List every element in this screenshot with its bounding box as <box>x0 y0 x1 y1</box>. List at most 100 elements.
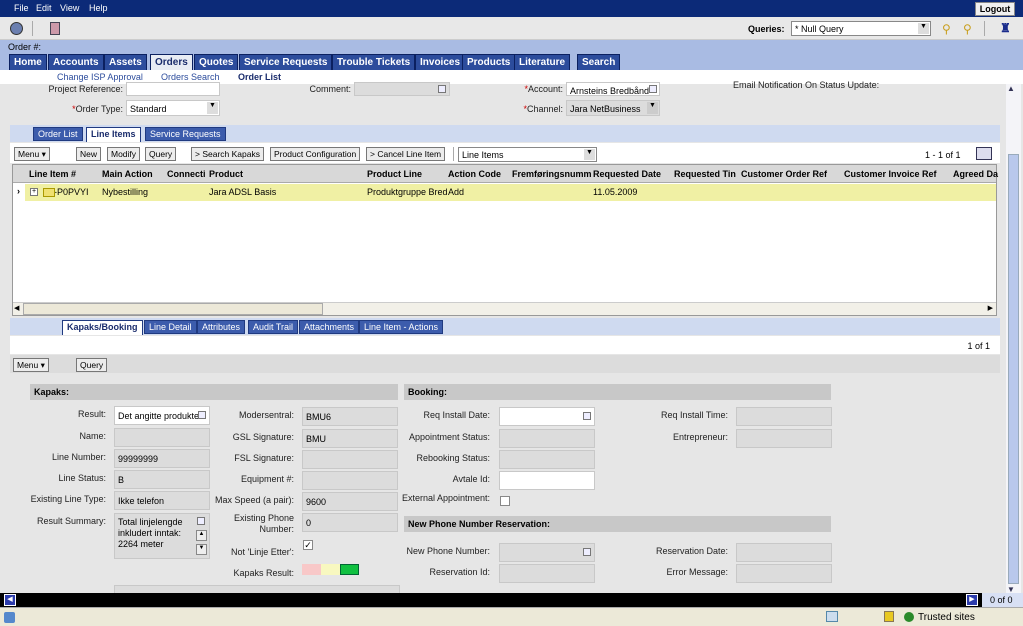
tab-service-requests[interactable]: Service Requests <box>239 54 333 70</box>
tab-accounts[interactable]: Accounts <box>48 54 104 70</box>
status-bar: Trusted sites <box>0 607 1023 626</box>
tab-literature[interactable]: Literature <box>514 54 571 70</box>
horizontal-scrollbar[interactable]: ◀ ▶ <box>13 302 996 315</box>
next-icon[interactable]: ▶ <box>966 594 978 606</box>
tab-attachments[interactable]: Attachments <box>299 320 360 334</box>
cancel-line-item-button[interactable]: > Cancel Line Item <box>366 147 446 161</box>
tab-line-detail[interactable]: Line Detail <box>144 320 197 334</box>
line-items-view-select[interactable]: Line Items ▼ <box>458 147 597 162</box>
new-query-icon[interactable]: ⚲ <box>942 22 951 36</box>
tab-kapaks-booking[interactable]: Kapaks/Booking <box>62 320 143 335</box>
menu-help[interactable]: Help <box>89 3 108 13</box>
tab-products[interactable]: Products <box>462 54 516 70</box>
column-header-customer-invoice-ref[interactable]: Customer Invoice Ref <box>844 169 937 179</box>
tab-attributes[interactable]: Attributes <box>197 320 246 334</box>
not-linje-etter-checkbox[interactable]: ✓ <box>303 540 313 550</box>
column-header-requested-date[interactable]: Requested Date <box>593 169 661 179</box>
text-editor-icon[interactable] <box>438 85 446 93</box>
tab-service-requests[interactable]: Service Requests <box>145 127 226 141</box>
existing-phone-input[interactable]: 0 <box>302 513 398 532</box>
column-header-action-code[interactable]: Action Code <box>448 169 501 179</box>
subtab-order-list[interactable]: Order List <box>238 72 281 82</box>
modify-button[interactable]: Modify <box>107 147 141 161</box>
project-reference-input[interactable] <box>126 82 220 96</box>
tab-search[interactable]: Search <box>577 54 621 70</box>
reservation-id-input[interactable] <box>499 564 595 583</box>
tab-quotes[interactable]: Quotes <box>194 54 239 70</box>
req-install-time-input[interactable] <box>736 407 832 426</box>
toolbar-divider <box>984 21 985 36</box>
menu-file[interactable]: File <box>14 3 29 13</box>
comment-label: Comment: <box>309 84 351 94</box>
error-message-input[interactable] <box>736 564 832 583</box>
modersentral-label: Modersentral: <box>238 410 294 420</box>
tab-assets[interactable]: Assets <box>104 54 147 70</box>
search-kapaks-button[interactable]: > Search Kapaks <box>191 147 264 161</box>
appointment-status-input[interactable] <box>499 429 595 448</box>
bottom-pager: 0 of 0 <box>982 593 1023 607</box>
scroll-up-icon[interactable]: ▲ <box>1007 84 1015 93</box>
entrepreneur-input[interactable] <box>736 429 832 448</box>
scrollbar-thumb[interactable] <box>23 303 323 315</box>
tab-line-item-actions[interactable]: Line Item - Actions <box>359 320 444 334</box>
tab-invoices[interactable]: Invoices <box>415 54 466 70</box>
pick-applet-icon[interactable] <box>583 548 591 556</box>
tab-orders[interactable]: Orders <box>150 54 193 70</box>
comment-input[interactable] <box>354 82 450 96</box>
detail-query-button[interactable]: Query <box>76 358 108 372</box>
column-header-customer-order-ref[interactable]: Customer Order Ref <box>741 169 827 179</box>
tab-audit-trail[interactable]: Audit Trail <box>248 320 299 334</box>
subtab-orders-search[interactable]: Orders Search <box>161 72 220 82</box>
line-number-value: 99999999 <box>118 454 159 464</box>
app-toolbar: Queries: * Null Query ▼ ⚲ ⚲ ♜ <box>0 17 1023 40</box>
binoculars-icon[interactable]: ♜ <box>1000 21 1011 35</box>
expand-icon[interactable]: + <box>30 188 38 196</box>
column-header-product[interactable]: Product <box>209 169 243 179</box>
page-icon[interactable] <box>50 22 60 35</box>
new-phone-number-input[interactable] <box>499 543 595 562</box>
req-install-date-input[interactable] <box>499 407 595 426</box>
reservation-date-input[interactable] <box>736 543 832 562</box>
menu-view[interactable]: View <box>60 3 79 13</box>
calendar-icon[interactable] <box>583 412 591 420</box>
rebooking-status-input[interactable] <box>499 450 595 469</box>
tab-trouble-tickets[interactable]: Trouble Tickets <box>332 54 416 70</box>
new-button[interactable]: New <box>76 147 102 161</box>
menu-edit[interactable]: Edit <box>36 3 52 13</box>
subtab-change-isp-approval[interactable]: Change ISP Approval <box>57 72 143 82</box>
column-header-connecti[interactable]: Connecti <box>167 169 206 179</box>
scroll-right-icon[interactable]: ▶ <box>988 304 993 312</box>
globe-icon[interactable] <box>10 22 23 35</box>
tab-order-list[interactable]: Order List <box>33 127 83 141</box>
account-input[interactable]: Arnsteins Bredbånd <box>566 82 660 96</box>
column-header-line-item[interactable]: Line Item # <box>29 169 76 179</box>
queries-select[interactable]: * Null Query ▼ <box>791 21 931 36</box>
line-items-menu-button[interactable]: Menu ▾ <box>14 147 50 161</box>
order-type-select[interactable]: Standard ▼ <box>126 100 220 116</box>
tab-line-items[interactable]: Line Items <box>86 127 141 142</box>
column-header-requested-tin[interactable]: Requested Tin <box>674 169 736 179</box>
popup-icon[interactable] <box>826 611 838 622</box>
column-header-main-action[interactable]: Main Action <box>102 169 153 179</box>
logout-button[interactable]: Logout <box>975 2 1015 16</box>
query-button[interactable]: Query <box>145 147 177 161</box>
detail-menu-button[interactable]: Menu ▾ <box>13 358 49 372</box>
run-query-icon[interactable]: ⚲ <box>963 22 972 36</box>
scrollbar-thumb[interactable] <box>1008 154 1019 584</box>
text-editor-icon[interactable] <box>197 517 205 525</box>
scroll-up-icon[interactable]: ▲ <box>196 530 207 541</box>
table-row[interactable]: 1-P0PVYI Nybestilling Jara ADSL Basis Produ… <box>25 184 996 201</box>
product-configuration-button[interactable]: Product Configuration <box>270 147 361 161</box>
scroll-left-icon[interactable]: ◀ <box>14 304 19 312</box>
column-header-fremf-ringsnumm[interactable]: Fremføringsnumm <box>512 169 592 179</box>
avtale-id-input[interactable] <box>499 471 595 490</box>
export-icon[interactable] <box>976 147 992 160</box>
tab-home[interactable]: Home <box>9 54 47 70</box>
column-header-agreed-da[interactable]: Agreed Da <box>953 169 998 179</box>
vertical-scrollbar[interactable]: ▲ ▼ <box>1006 84 1021 594</box>
external-appointment-checkbox[interactable] <box>500 496 510 506</box>
previous-icon[interactable]: ◀ <box>4 594 16 606</box>
column-header-product-line[interactable]: Product Line <box>367 169 422 179</box>
pick-applet-icon[interactable] <box>649 85 657 93</box>
channel-select[interactable]: Jara NetBusiness ▼ <box>566 100 660 116</box>
